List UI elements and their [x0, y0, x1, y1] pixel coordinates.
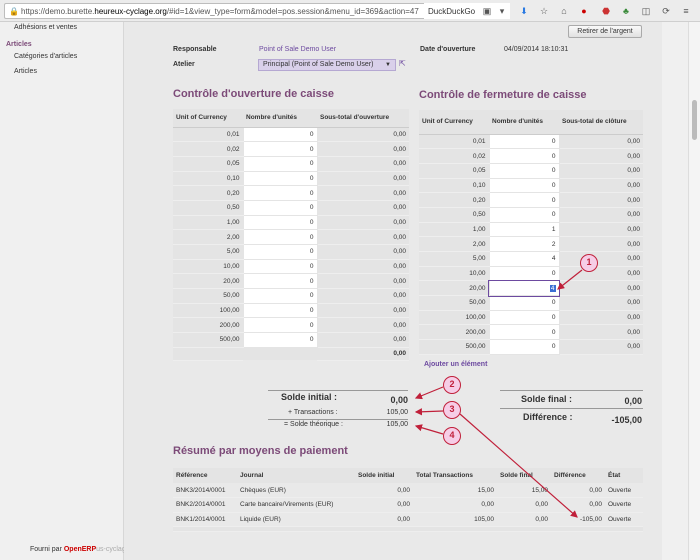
arrow-1	[557, 269, 583, 290]
annotation-badge-2: 2	[443, 376, 461, 394]
arrow-2	[414, 386, 444, 400]
annotation-badge-1: 1	[580, 254, 598, 272]
arrow-3b	[459, 413, 578, 518]
annotation-badge-4: 4	[443, 427, 461, 445]
annotation-arrows	[414, 269, 583, 518]
arrow-3a	[414, 408, 444, 416]
arrow-4	[414, 424, 444, 435]
annotation-badge-3: 3	[443, 401, 461, 419]
